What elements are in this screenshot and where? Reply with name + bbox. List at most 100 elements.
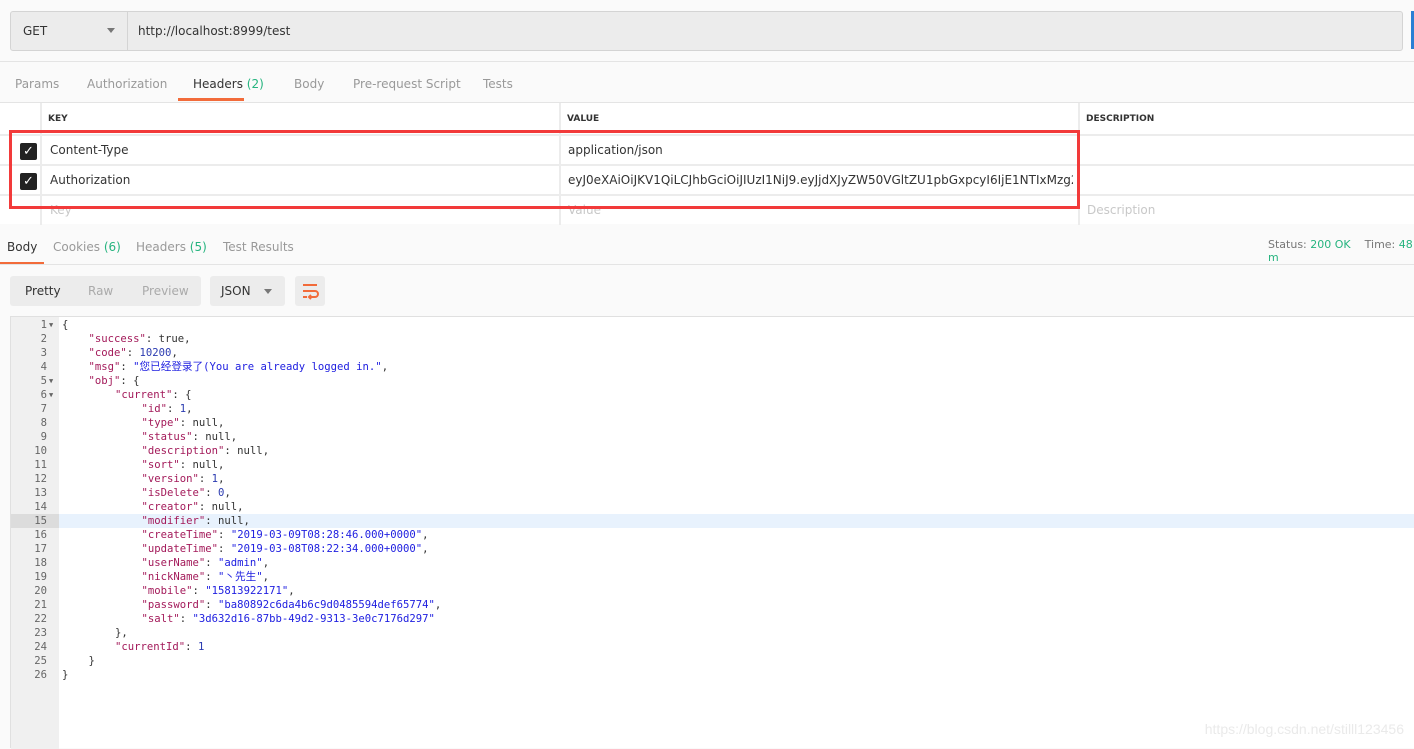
json-punctuation: : null, [224,445,270,457]
code-text: "salt": "3d632d16-87bb-49d2-9313-3e0c717… [142,612,435,626]
json-punctuation: , [186,403,193,415]
line-number: 1 [40,319,47,331]
json-key: "userName" [141,557,206,569]
tab-response-headers[interactable]: Headers (5) [136,240,207,254]
line-number: 20 [34,585,47,597]
json-punctuation: , [434,599,442,611]
json-punctuation: , [262,571,269,583]
code-line: 10 "description": null, [11,444,1414,458]
json-punctuation: : [185,641,198,653]
json-string: "2019-03-09T08:28:46.000+0000" [230,529,423,541]
tab-params[interactable]: Params [15,77,59,91]
json-punctuation: } [62,669,69,681]
line-number: 18 [34,557,47,569]
code-text: "password": "ba80892c6da4b6c9d0485594def… [142,598,442,612]
json-punctuation: : { [120,375,140,387]
json-punctuation: , [171,347,178,359]
json-punctuation: , [262,557,270,569]
code-text: "version": 1, [142,472,225,486]
json-punctuation: : [120,361,134,373]
line-number: 9 [40,431,47,443]
tab-body[interactable]: Body [294,77,324,91]
tab-headers[interactable]: Headers (2) [193,77,264,91]
method-select[interactable]: GET [11,12,128,50]
format-select[interactable]: JSON [210,276,285,306]
line-number: 5 [40,375,47,387]
url-input[interactable]: http://localhost:8999/test [138,24,290,38]
json-key: "success" [88,333,146,345]
json-punctuation: : [179,613,193,625]
json-punctuation: , [218,473,225,485]
active-tab-indicator [178,98,244,101]
fold-toggle-icon[interactable]: ▼ [49,388,53,402]
json-punctuation: , [422,529,429,541]
code-text: "isDelete": 0, [142,486,231,500]
code-line: 26} [11,668,1414,682]
code-text: "success": true, [89,332,191,346]
code-text: { [62,318,68,332]
tab-authorization[interactable]: Authorization [87,77,167,91]
json-key: "type" [141,417,180,429]
json-punctuation: , [381,361,389,373]
code-line: 1 ▼ { [11,318,1414,332]
line-number: 24 [34,641,47,653]
json-punctuation: : null, [179,417,225,429]
tab-response-body[interactable]: Body [7,240,37,254]
code-text: "userName": "admin", [142,556,270,570]
json-punctuation: : [126,347,140,359]
pretty-button[interactable]: Pretty [25,284,61,298]
tab-pre-request-script[interactable]: Pre-request Script [353,77,461,91]
code-text: } [62,668,68,682]
code-text: "updateTime": "2019-03-08T08:22:34.000+0… [142,542,429,556]
preview-button[interactable]: Preview [142,284,189,298]
json-punctuation: : null, [192,431,238,443]
raw-button[interactable]: Raw [88,284,113,298]
json-punctuation: : true, [145,333,191,345]
json-punctuation: : [205,557,219,569]
code-line: 20 "mobile": "15813922171", [11,584,1414,598]
tab-cookies[interactable]: Cookies (6) [53,240,121,254]
json-key: "updateTime" [141,543,219,555]
json-key: "msg" [88,361,121,373]
line-number: 17 [34,543,47,555]
fold-toggle-icon[interactable]: ▼ [49,374,53,388]
code-text: "status": null, [142,430,238,444]
wrap-button[interactable] [295,276,325,306]
line-number: 7 [40,403,47,415]
code-text: "mobile": "15813922171", [142,584,295,598]
json-punctuation: : [198,473,212,485]
description-input[interactable]: Description [1087,203,1155,217]
code-line: 5 ▼ "obj": { [11,374,1414,388]
response-body-editor[interactable]: 1 ▼{2 "success": true, 3 "code": 10200, 4 "msg… [10,316,1414,749]
json-punctuation: }, [115,627,128,639]
code-line: 23}, [11,626,1414,640]
code-line: 4 "msg": "您已经登录了(You are already logged i… [11,360,1414,374]
code-line: 18 "userName": "admin", [11,556,1414,570]
json-punctuation: } [88,655,95,667]
code-line: 9 "status": null, [11,430,1414,444]
highlight-box [9,130,1080,209]
json-key: "code" [88,347,127,359]
json-string: "admin" [218,557,263,569]
code-text: "currentId": 1 [115,640,204,654]
json-key: "creator" [141,501,199,513]
code-line: 22 "salt": "3d632d16-87bb-49d2-9313-3e0c7… [11,612,1414,626]
json-key: "password" [141,599,206,611]
fold-toggle-icon[interactable]: ▼ [49,318,53,332]
tab-test-results[interactable]: Test Results [223,240,294,254]
line-number: 3 [40,347,47,359]
json-punctuation: : [167,403,180,415]
code-line: 8 "type": null, [11,416,1414,430]
line-number: 22 [34,613,47,625]
response-status: Status: 200 OK Time: 48 m [1268,238,1413,264]
json-key: "status" [141,431,193,443]
json-punctuation: : [205,599,219,611]
url-bar: GET http://localhost:8999/test [10,11,1403,51]
code-text: "obj": { [89,374,140,388]
chevron-down-icon [264,289,272,294]
json-key: "mobile" [141,585,193,597]
code-line: 7 "id": 1, [11,402,1414,416]
code-text: "modifier": null, [142,514,250,528]
line-number: 23 [34,627,47,639]
tab-tests[interactable]: Tests [483,77,513,91]
